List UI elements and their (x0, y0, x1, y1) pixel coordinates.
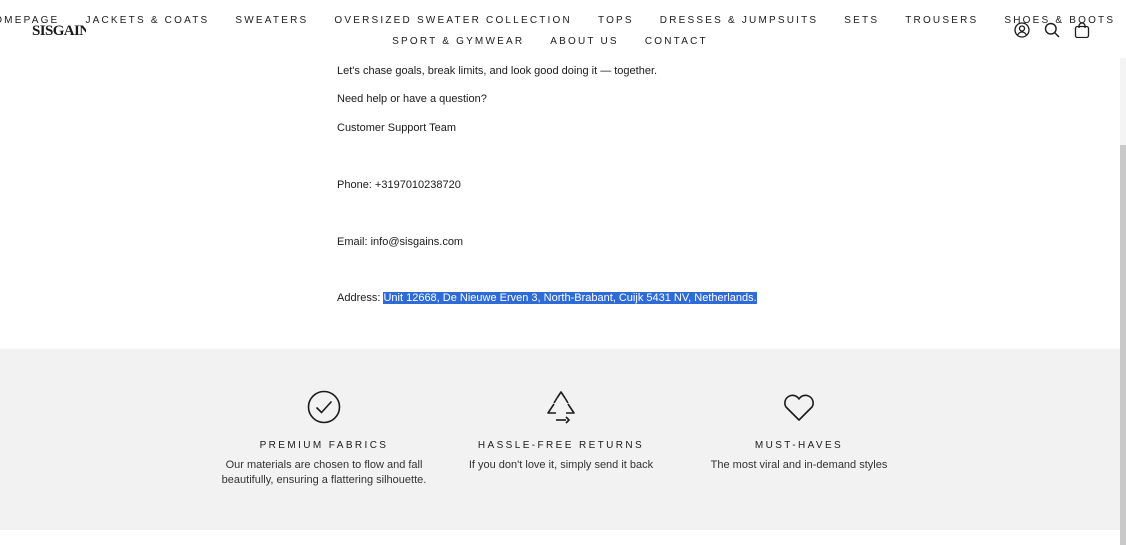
features-band: Premium Fabrics Our materials are chosen… (0, 349, 1120, 530)
main-navigation: HomepageJackets & CoatsSweatersOversized… (0, 12, 1113, 50)
site-header: SISGAINS HomepageJackets & CoatsSweaters… (0, 0, 1126, 58)
email-line[interactable]: Email: info@sisgains.com (337, 236, 463, 248)
feature-title: Must-Haves (754, 440, 844, 451)
phone-line[interactable]: Phone: +3197010238720 (337, 179, 461, 191)
nav-link-sets[interactable]: Sets (831, 12, 892, 29)
search-icon[interactable] (1044, 22, 1060, 38)
nav-link-jackets-and-coats[interactable]: Jackets & Coats (72, 12, 222, 29)
scrollbar-thumb[interactable] (1120, 145, 1126, 545)
bag-icon[interactable] (1074, 22, 1090, 39)
nav-link-sweaters[interactable]: Sweaters (222, 12, 321, 29)
address-label: Address: (337, 292, 384, 304)
recycle-icon (544, 390, 578, 424)
nav-link-sport-and-gymwear[interactable]: Sport & Gymwear (379, 33, 537, 50)
heart-icon (782, 390, 816, 424)
address-selected-text[interactable]: Unit 12668, De Nieuwe Erven 3, North-Bra… (383, 292, 757, 304)
support-team-label: Customer Support Team (337, 122, 457, 134)
nav-link-about-us[interactable]: About us (537, 33, 632, 50)
feature-description: The most viral and in-demand styles (710, 459, 888, 471)
nav-link-tops[interactable]: Tops (585, 12, 647, 29)
nav-link-homepage[interactable]: Homepage (0, 12, 72, 29)
header-icons (1014, 22, 1090, 39)
nav-link-dresses-and-jumpsuits[interactable]: Dresses & Jumpsuits (647, 12, 832, 29)
nav-link-contact[interactable]: Contact (632, 33, 721, 50)
help-heading: Need help or have a question? (337, 93, 487, 105)
address-line: Address: Unit 12668, De Nieuwe Erven 3, … (337, 292, 757, 304)
feature-description: Our materials are chosen to flow and fal… (221, 459, 427, 486)
nav-row-primary: HomepageJackets & CoatsSweatersOversized… (0, 12, 1113, 29)
closing-line: Let's chase goals, break limits, and loo… (337, 65, 658, 77)
feature-description: If you don't love it, simply send it bac… (468, 459, 654, 471)
feature-title: Hassle-Free Returns (477, 440, 645, 451)
nav-link-oversized-sweater-collection[interactable]: Oversized Sweater Collection (321, 12, 585, 29)
nav-row-secondary: Sport & Gymwear About us Contact (110, 33, 990, 50)
nav-link-trousers[interactable]: Trousers (892, 12, 991, 29)
account-icon[interactable] (1014, 22, 1030, 38)
feature-title: Premium Fabrics (259, 440, 389, 451)
checkmark-circle-icon (307, 390, 341, 424)
